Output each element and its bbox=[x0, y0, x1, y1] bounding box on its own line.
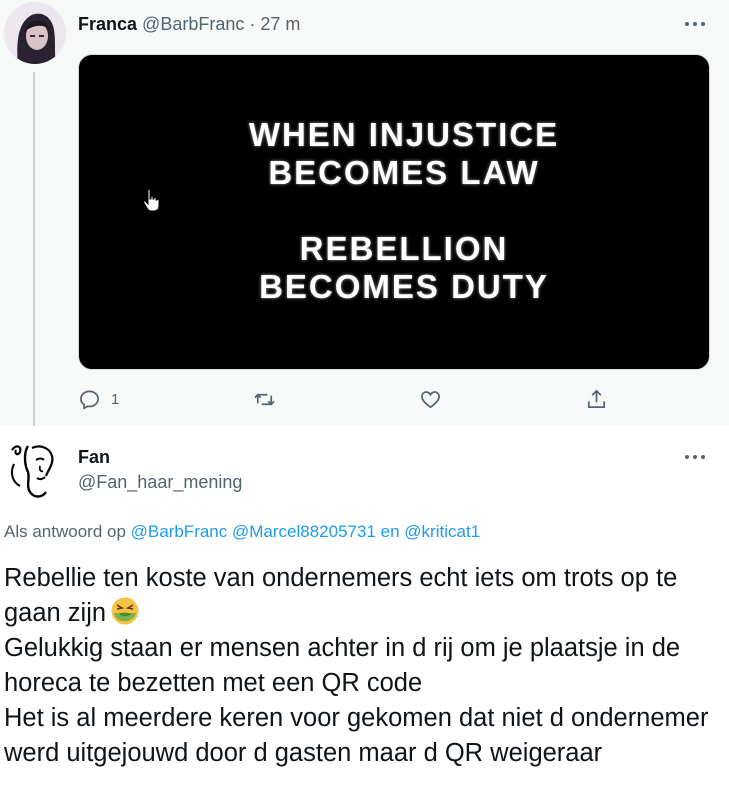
replying-to-line: Als antwoord op @BarbFranc @Marcel882057… bbox=[4, 521, 480, 543]
media-text-line: BECOMES DUTY bbox=[259, 268, 549, 305]
mention-link[interactable]: @BarbFranc bbox=[131, 522, 228, 541]
mention-link[interactable]: @Marcel88205731 bbox=[232, 522, 376, 541]
reply-more-options-button[interactable] bbox=[680, 447, 710, 467]
like-action[interactable] bbox=[419, 386, 442, 412]
media-text-line: BECOMES LAW bbox=[268, 154, 540, 191]
hand-cursor-icon bbox=[143, 188, 160, 212]
reply-count: 1 bbox=[111, 390, 120, 408]
mention-link[interactable]: @kriticat1 bbox=[404, 522, 480, 541]
reply-paragraph: Het is al meerdere keren voor gekomen da… bbox=[4, 704, 709, 767]
author-name[interactable]: Franca bbox=[78, 14, 137, 34]
media-text-line: REBELLION bbox=[299, 230, 509, 267]
franca-avatar[interactable] bbox=[4, 2, 66, 64]
author-handle[interactable]: @BarbFranc bbox=[142, 14, 244, 34]
tweet-header: Franca @BarbFranc · 27 m bbox=[78, 13, 300, 35]
nauseated-face-emoji-icon bbox=[111, 597, 139, 625]
mention-joiner: en bbox=[380, 522, 400, 541]
more-dots-icon bbox=[685, 22, 705, 26]
more-options-button[interactable] bbox=[680, 14, 710, 34]
share-action[interactable] bbox=[585, 386, 608, 412]
reply-paragraph: Gelukkig staan er mensen achter in d rij… bbox=[4, 634, 681, 697]
reply-author-name[interactable]: Fan bbox=[78, 446, 110, 468]
media-text-line: WHEN INJUSTICE bbox=[248, 116, 560, 153]
tweet-timestamp[interactable]: 27 m bbox=[260, 14, 300, 34]
share-icon bbox=[587, 389, 606, 408]
parent-tweet[interactable]: Franca @BarbFranc · 27 m WHEN INJUSTICE … bbox=[0, 0, 729, 426]
separator-dot: · bbox=[249, 14, 256, 34]
reply-paragraph: Rebellie ten koste van ondernemers echt … bbox=[4, 561, 726, 631]
reply-action[interactable]: 1 bbox=[78, 386, 119, 412]
retweet-action[interactable] bbox=[253, 386, 276, 412]
reply-text: Rebellie ten koste van ondernemers echt … bbox=[4, 561, 726, 771]
retweet-action-button[interactable] bbox=[253, 388, 276, 411]
reply-line-text: Rebellie ten koste van ondernemers echt … bbox=[4, 564, 678, 627]
thread-line bbox=[33, 72, 35, 426]
reply-action-button[interactable]: 1 bbox=[78, 388, 119, 411]
fan-avatar[interactable] bbox=[6, 442, 62, 502]
reply-icon bbox=[80, 389, 99, 410]
more-dots-icon bbox=[685, 455, 705, 459]
reply-author-handle[interactable]: @Fan_haar_mening bbox=[78, 471, 242, 493]
like-action-button[interactable] bbox=[419, 388, 442, 411]
tweet-media-image[interactable]: WHEN INJUSTICE BECOMES LAW REBELLION BEC… bbox=[78, 54, 710, 370]
heart-icon bbox=[421, 390, 440, 408]
retweet-icon bbox=[254, 392, 275, 406]
replying-to-label: Als antwoord op bbox=[4, 522, 126, 541]
share-action-button[interactable] bbox=[585, 388, 608, 411]
